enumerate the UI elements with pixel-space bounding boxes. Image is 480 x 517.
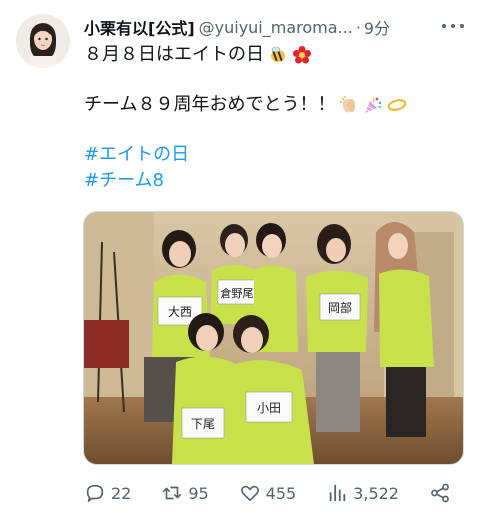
- bee-emoji: [271, 46, 285, 62]
- bib-label-3: 岡部: [328, 300, 352, 315]
- more-dots-icon[interactable]: [442, 22, 464, 30]
- hashtag-line-1: #エイトの日: [84, 142, 464, 168]
- clapping-hands-emoji: [340, 96, 356, 113]
- group-photo: 大西 倉野尾 岡部 下尾 小田: [84, 212, 463, 464]
- user-handle[interactable]: @yuiyui_maroma...: [199, 18, 353, 37]
- view-count: 3,522: [353, 483, 399, 503]
- tweet-photo[interactable]: 大西 倉野尾 岡部 下尾 小田: [83, 211, 464, 465]
- tweet-header: 小栗有以[公式] @yuiyui_maroma... · 9分: [84, 14, 464, 40]
- heart-icon: [240, 485, 259, 502]
- hashtag-team8[interactable]: #チーム8: [84, 168, 164, 194]
- avatar-image: [16, 14, 70, 68]
- reply-button[interactable]: 22: [84, 482, 131, 504]
- share-icon: [431, 483, 449, 503]
- tweet-text: ８月８日はエイトの日 チーム８９周年おめでとう！！ #エイトの日 #チーム8: [84, 42, 464, 194]
- bib-label-5: 小田: [257, 401, 281, 415]
- separator-dot: ·: [355, 17, 361, 37]
- display-name[interactable]: 小栗有以[公式]: [84, 15, 195, 39]
- reply-count: 22: [111, 483, 132, 503]
- timestamp[interactable]: 9分: [364, 15, 390, 39]
- avatar[interactable]: [16, 14, 70, 68]
- bib-label-2: 倉野尾: [221, 286, 254, 300]
- action-bar: 22 95 455 3,522: [84, 478, 456, 508]
- halo-emoji: [388, 99, 407, 111]
- text-line-1: ８月８日はエイトの日: [84, 42, 464, 68]
- text-line-2: チーム８９周年おめでとう！！: [84, 92, 464, 118]
- party-popper-emoji: [365, 97, 383, 113]
- retweet-button[interactable]: 95: [161, 482, 209, 504]
- bib-label-4: 下尾: [191, 417, 215, 431]
- bib-label-1: 大西: [168, 305, 192, 319]
- like-button[interactable]: 455: [239, 482, 297, 504]
- retweet-icon: [163, 486, 182, 500]
- text-line-2-content: チーム８９周年おめでとう！！: [84, 94, 336, 115]
- speech-bubble-icon: [86, 484, 104, 503]
- text-line-1-content: ８月８日はエイトの日: [84, 44, 264, 65]
- retweet-count: 95: [188, 483, 209, 503]
- hashtag-line-2: #チーム8: [84, 168, 464, 194]
- like-count: 455: [265, 483, 297, 503]
- red-flower-emoji: [293, 46, 311, 64]
- bar-chart-icon: [329, 484, 346, 502]
- tweet-card[interactable]: 小栗有以[公式] @yuiyui_maroma... · 9分 ８月８日はエイト…: [0, 0, 480, 517]
- views-button[interactable]: 3,522: [326, 482, 399, 504]
- hashtag-eight-day[interactable]: #エイトの日: [84, 142, 189, 168]
- share-button[interactable]: [429, 482, 456, 504]
